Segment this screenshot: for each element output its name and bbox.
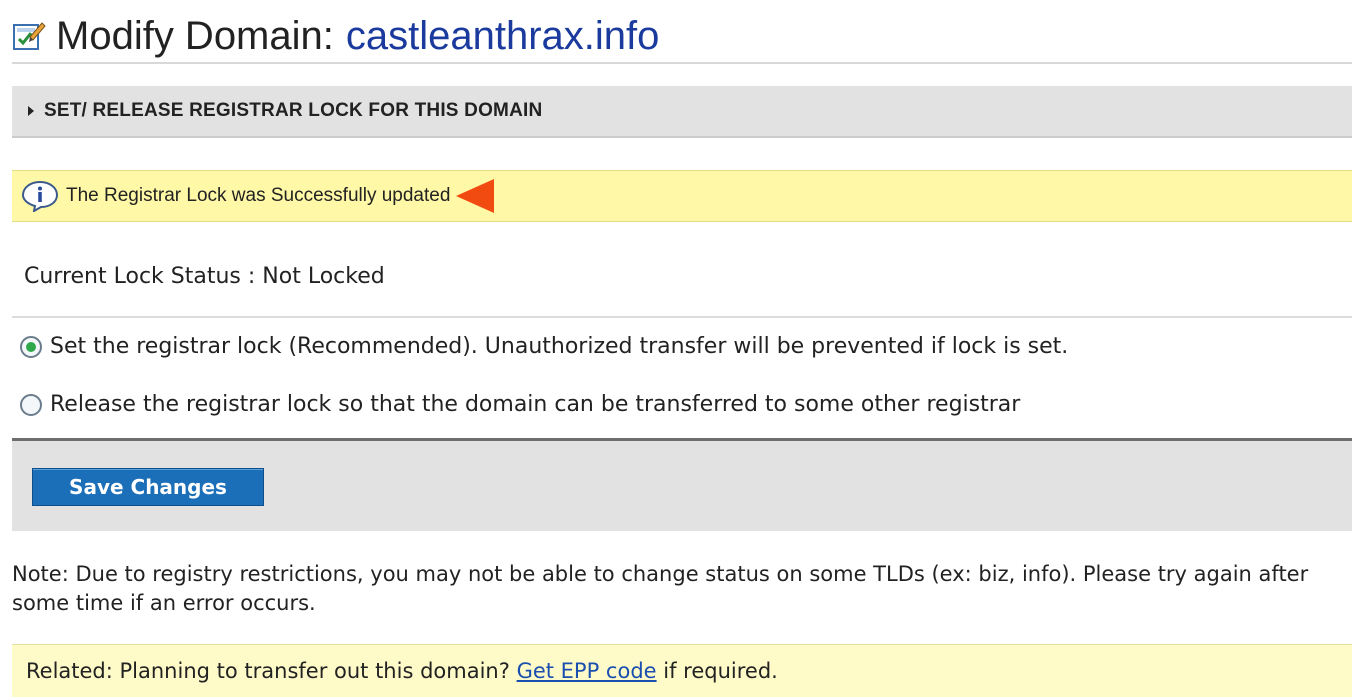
related-suffix: if required.	[663, 659, 778, 683]
page-header: Modify Domain: castleanthrax.info	[12, 10, 1352, 64]
set-lock-label[interactable]: Set the registrar lock (Recommended). Un…	[50, 334, 1068, 359]
note-text: Note: Due to registry restrictions, you …	[12, 562, 1309, 615]
divider	[12, 316, 1352, 318]
action-panel: Save Changes	[12, 438, 1352, 531]
related-text: Related: Planning to transfer out this d…	[26, 659, 778, 683]
set-lock-radio[interactable]	[20, 335, 42, 358]
option-release-lock[interactable]: Release the registrar lock so that the d…	[20, 392, 1020, 417]
get-epp-code-link[interactable]: Get EPP code	[517, 659, 657, 683]
pointer-arrow-icon	[456, 179, 495, 213]
related-box: Related: Planning to transfer out this d…	[12, 644, 1352, 697]
related-prefix: Related: Planning to transfer out this d…	[26, 659, 510, 683]
option-set-lock[interactable]: Set the registrar lock (Recommended). Un…	[20, 334, 1068, 359]
section-header[interactable]: SET/ RELEASE REGISTRAR LOCK FOR THIS DOM…	[12, 86, 1352, 138]
save-changes-button[interactable]: Save Changes	[32, 468, 264, 506]
page-title: Modify Domain: castleanthrax.info	[56, 16, 659, 56]
section-title: SET/ RELEASE REGISTRAR LOCK FOR THIS DOM…	[44, 100, 543, 121]
domain-name: castleanthrax.info	[345, 14, 660, 58]
success-message-text: The Registrar Lock was Successfully upda…	[66, 185, 451, 206]
page-title-prefix: Modify Domain:	[56, 14, 334, 58]
release-lock-radio[interactable]	[20, 393, 42, 416]
release-lock-label[interactable]: Release the registrar lock so that the d…	[50, 392, 1020, 417]
lock-status: Current Lock Status : Not Locked	[24, 264, 385, 289]
success-message: The Registrar Lock was Successfully upda…	[12, 170, 1352, 222]
expand-arrow-icon	[28, 106, 34, 116]
edit-document-icon	[13, 22, 46, 50]
info-bubble-icon	[21, 180, 59, 212]
